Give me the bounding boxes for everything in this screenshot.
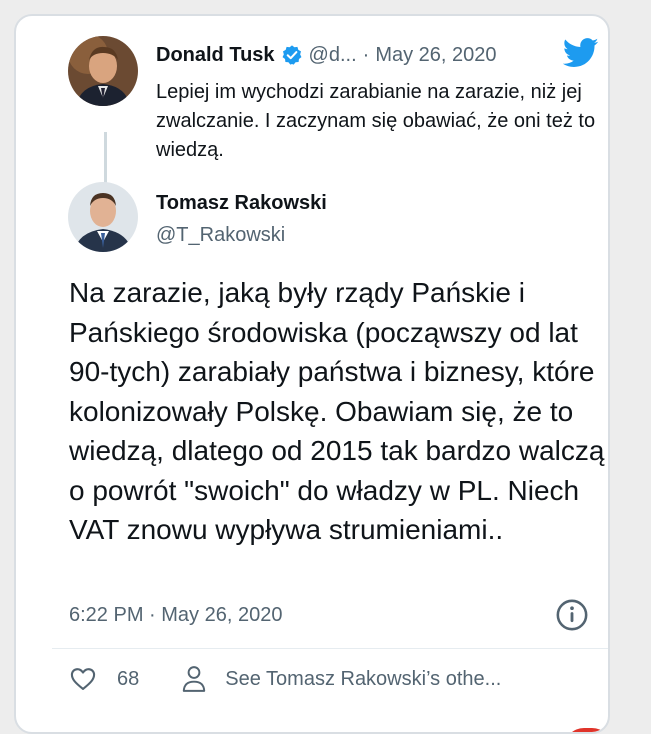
separator-dot: · — [362, 43, 370, 66]
avatar-tomasz-rakowski[interactable] — [68, 182, 138, 252]
heart-icon[interactable] — [69, 665, 97, 693]
actions-divider — [52, 648, 608, 649]
tweet-timestamp[interactable]: 6:22 PM · May 26, 2020 — [69, 604, 282, 627]
see-more-tweets-link[interactable]: See Tomasz Rakowski’s othe... — [225, 668, 501, 691]
twitter-bird-icon[interactable] — [563, 38, 599, 68]
quoted-tweet-text: Lepiej im wychodzi zarabianie na zarazie… — [156, 81, 596, 161]
quoted-tweet-header: Donald Tusk @d... · May 26, 2020 — [156, 38, 596, 72]
thread-connector-line — [104, 132, 107, 188]
person-icon[interactable] — [181, 665, 207, 693]
tweet-card[interactable]: Donald Tusk @d... · May 26, 2020 Lepiej … — [14, 14, 610, 734]
avatar-donald-tusk[interactable] — [68, 36, 138, 106]
info-icon[interactable] — [555, 598, 589, 632]
quoted-author-handle[interactable]: @d... — [309, 44, 357, 67]
author-handle[interactable]: @T_Rakowski — [156, 224, 285, 247]
quoted-tweet-date[interactable]: May 26, 2020 — [375, 44, 496, 67]
quoted-author-name[interactable]: Donald Tusk — [156, 44, 275, 67]
tweet-actions-bar: 68 See Tomasz Rakowski’s othe... — [69, 664, 501, 694]
author-name[interactable]: Tomasz Rakowski — [156, 192, 327, 215]
tweet-text: Na zarazie, jaką były rządy Pańskie i Pa… — [69, 277, 605, 545]
floating-action-button-edge[interactable] — [564, 728, 608, 732]
like-count[interactable]: 68 — [117, 668, 139, 691]
verified-badge-icon — [282, 45, 301, 65]
